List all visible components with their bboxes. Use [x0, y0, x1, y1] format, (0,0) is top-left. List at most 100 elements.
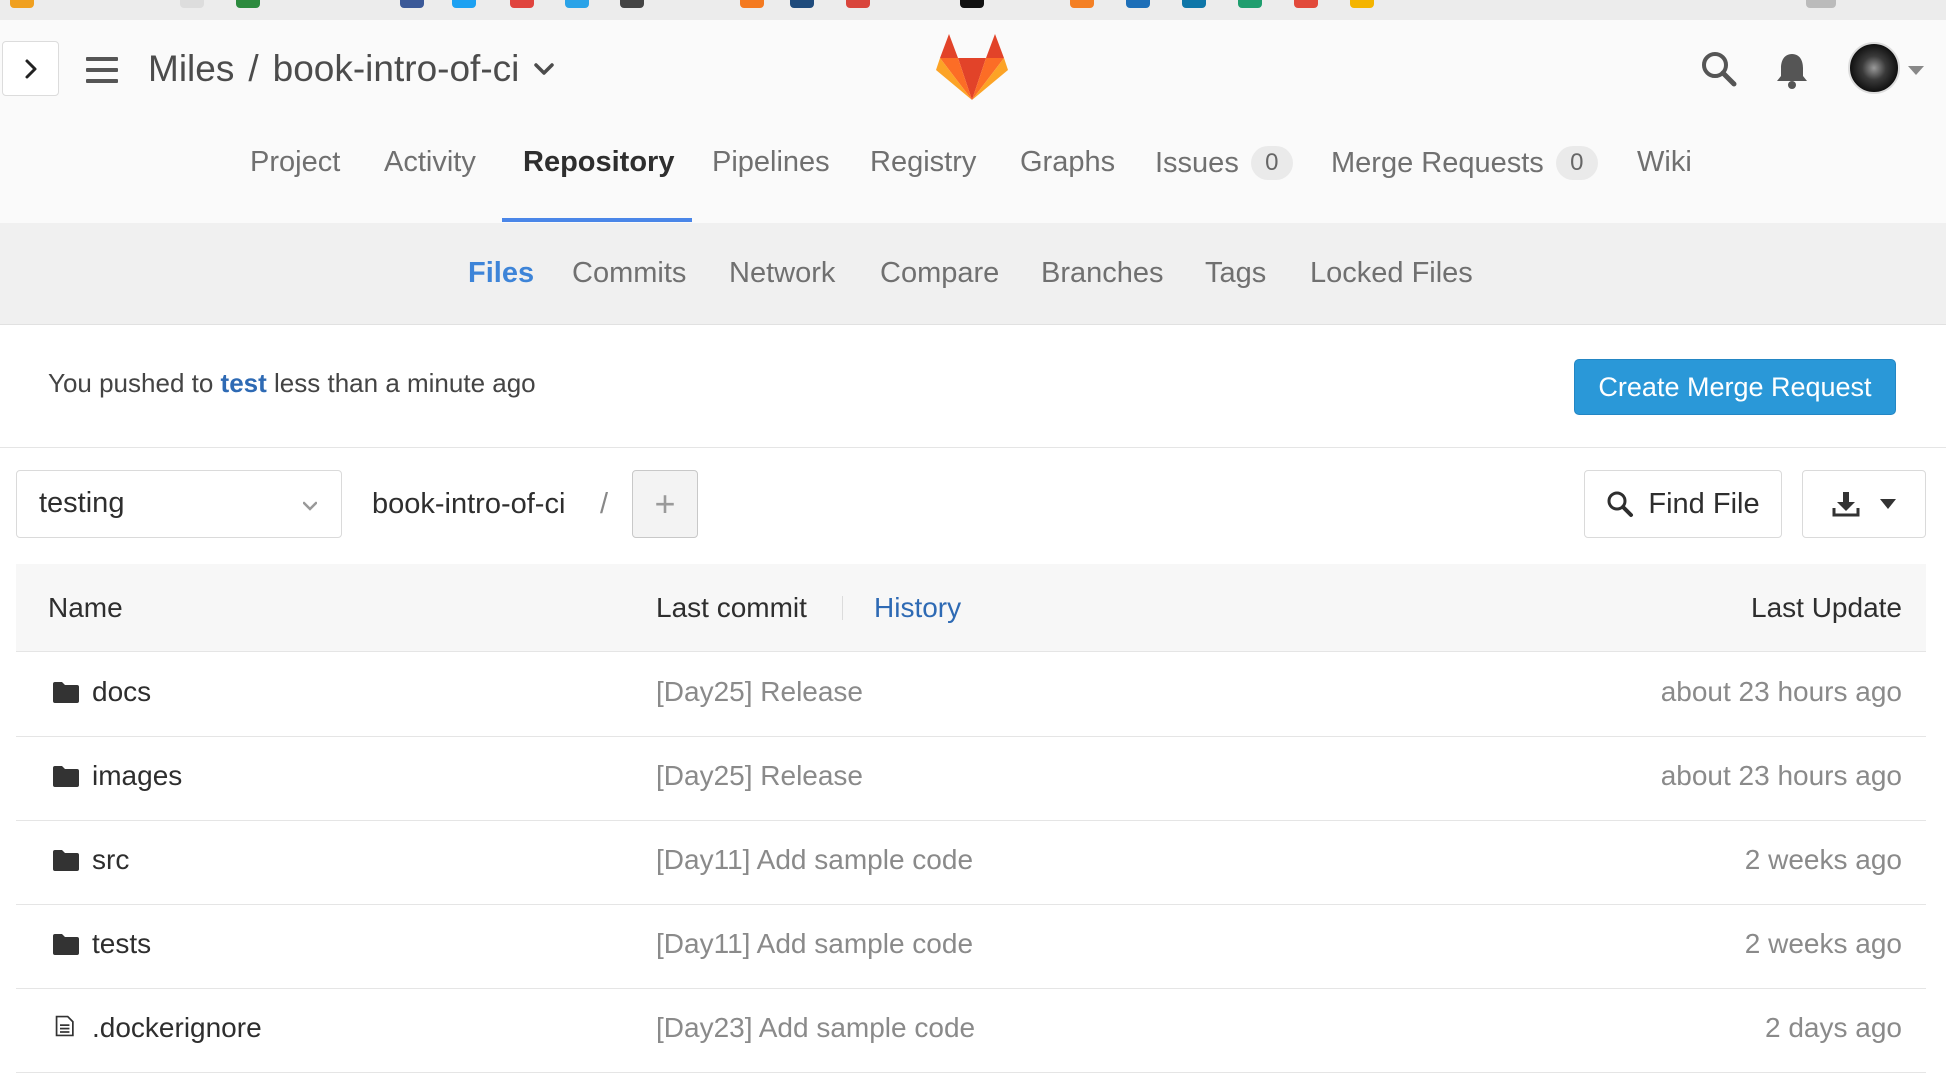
subnav-branches[interactable]: Branches	[1041, 257, 1164, 290]
bookmark-icon[interactable]	[180, 0, 204, 8]
commit-message-link[interactable]: [Day11] Add sample code	[656, 928, 973, 960]
bookmark-icon[interactable]	[1238, 0, 1262, 8]
nav-graphs[interactable]: Graphs	[1020, 146, 1115, 179]
bookmark-icon[interactable]	[790, 0, 814, 8]
column-name: Name	[48, 592, 123, 623]
bookmark-icon[interactable]	[1294, 0, 1318, 8]
find-file-button[interactable]: Find File	[1584, 470, 1782, 538]
bookmark-icon[interactable]	[10, 0, 34, 8]
bookmark-icon[interactable]	[1070, 0, 1094, 8]
last-update-time: 2 weeks ago	[1744, 928, 1902, 959]
path-separator: /	[600, 488, 609, 520]
column-last-commit: Last commit	[656, 592, 807, 623]
last-update-time: 2 days ago	[1765, 1012, 1902, 1043]
file-table-header: Name Last commit History Last Update	[16, 564, 1926, 652]
caret-down-icon[interactable]	[1908, 66, 1924, 75]
bookmark-icon[interactable]	[1126, 0, 1150, 8]
breadcrumb-project[interactable]: book-intro-of-ci	[273, 48, 520, 90]
last-update-time: 2 weeks ago	[1744, 844, 1902, 875]
download-icon	[1832, 492, 1860, 517]
download-dropdown-button[interactable]	[1802, 470, 1926, 538]
nav-registry[interactable]: Registry	[870, 146, 976, 179]
subnav-locked-files[interactable]: Locked Files	[1310, 257, 1473, 290]
table-row[interactable]: src [Day11] Add sample code 2 weeks ago	[16, 820, 1926, 905]
table-row[interactable]: docs [Day25] Release about 23 hours ago	[16, 652, 1926, 737]
active-tab-indicator	[502, 218, 692, 222]
breadcrumb-separator: /	[248, 48, 259, 89]
bookmark-icon[interactable]	[740, 0, 764, 8]
nav-issues[interactable]: Issues 0	[1155, 146, 1293, 180]
folder-icon	[53, 934, 79, 955]
caret-down-icon	[1880, 499, 1896, 509]
table-row[interactable]: .dockerignore [Day23] Add sample code 2 …	[16, 988, 1926, 1073]
issues-count-badge: 0	[1250, 146, 1293, 180]
repository-subnav: Files Commits Network Compare Branches T…	[0, 223, 1946, 325]
nav-repository[interactable]: Repository	[523, 146, 674, 179]
nav-activity[interactable]: Activity	[384, 146, 476, 179]
bell-icon[interactable]	[1773, 50, 1811, 90]
breadcrumb: Miles / book-intro-of-ci	[148, 48, 555, 90]
browser-bookmarks-bar	[0, 0, 1946, 21]
subnav-files[interactable]: Files	[468, 257, 534, 290]
push-notice: You pushed to test less than a minute ag…	[0, 325, 1946, 448]
table-row[interactable]: images [Day25] Release about 23 hours ag…	[16, 736, 1926, 821]
sidebar-toggle-button[interactable]	[2, 41, 59, 96]
push-notice-text: You pushed to test less than a minute ag…	[48, 368, 536, 398]
bookmark-icon[interactable]	[620, 0, 644, 8]
nav-wiki[interactable]: Wiki	[1637, 146, 1692, 179]
subnav-commits[interactable]: Commits	[572, 257, 686, 290]
subnav-compare[interactable]: Compare	[880, 257, 999, 290]
breadcrumb-owner[interactable]: Miles	[148, 48, 234, 90]
find-file-label: Find File	[1648, 487, 1760, 520]
file-name-link[interactable]: .dockerignore	[92, 1012, 262, 1044]
commit-message-link[interactable]: [Day25] Release	[656, 760, 863, 792]
bookmark-icon[interactable]	[960, 0, 984, 8]
commit-message-link[interactable]: [Day23] Add sample code	[656, 1012, 975, 1044]
nav-project[interactable]: Project	[250, 146, 340, 179]
commit-message-link[interactable]: [Day11] Add sample code	[656, 844, 973, 876]
bookmark-icon[interactable]	[1806, 0, 1836, 8]
commit-message-link[interactable]: [Day25] Release	[656, 676, 863, 708]
bookmark-icon[interactable]	[1350, 0, 1374, 8]
create-merge-request-button[interactable]: Create Merge Request	[1574, 359, 1896, 415]
file-name-link[interactable]: images	[92, 760, 182, 792]
avatar[interactable]	[1848, 42, 1900, 94]
nav-pipelines[interactable]: Pipelines	[712, 146, 830, 179]
bookmark-icon[interactable]	[400, 0, 424, 8]
column-last-update: Last Update	[1751, 592, 1902, 623]
table-row[interactable]: tests [Day11] Add sample code 2 weeks ag…	[16, 904, 1926, 989]
file-name-link[interactable]: docs	[92, 676, 151, 708]
last-update-time: about 23 hours ago	[1660, 760, 1902, 791]
bookmark-icon[interactable]	[1182, 0, 1206, 8]
folder-icon	[53, 682, 79, 703]
history-link[interactable]: History	[874, 592, 961, 624]
pushed-branch-link[interactable]: test	[221, 368, 267, 398]
last-update-time: about 23 hours ago	[1660, 676, 1902, 707]
chevron-down-icon[interactable]	[533, 61, 555, 77]
branch-selector-value: testing	[39, 487, 125, 519]
file-name-link[interactable]: src	[92, 844, 129, 876]
header-divider	[842, 596, 843, 620]
project-nav: Project Activity Repository Pipelines Re…	[0, 128, 1946, 223]
bookmark-icon[interactable]	[236, 0, 260, 8]
subnav-tags[interactable]: Tags	[1205, 257, 1266, 290]
file-name-link[interactable]: tests	[92, 928, 151, 960]
search-icon[interactable]	[1700, 50, 1738, 88]
folder-icon	[53, 850, 79, 871]
subnav-network[interactable]: Network	[729, 257, 835, 290]
add-file-button[interactable]: +	[632, 470, 698, 538]
file-icon	[55, 1015, 74, 1037]
hamburger-icon[interactable]	[86, 57, 118, 83]
nav-merge-requests[interactable]: Merge Requests 0	[1331, 146, 1598, 180]
gitlab-logo[interactable]	[934, 32, 1010, 102]
merge-requests-count-badge: 0	[1555, 146, 1598, 180]
bookmark-icon[interactable]	[452, 0, 476, 8]
bookmark-icon[interactable]	[846, 0, 870, 8]
folder-icon	[53, 766, 79, 787]
chevron-right-icon	[25, 59, 36, 78]
search-icon	[1607, 491, 1634, 517]
repo-path-root[interactable]: book-intro-of-ci	[372, 488, 565, 521]
bookmark-icon[interactable]	[510, 0, 534, 8]
branch-selector[interactable]: testing	[16, 470, 342, 538]
bookmark-icon[interactable]	[565, 0, 589, 8]
